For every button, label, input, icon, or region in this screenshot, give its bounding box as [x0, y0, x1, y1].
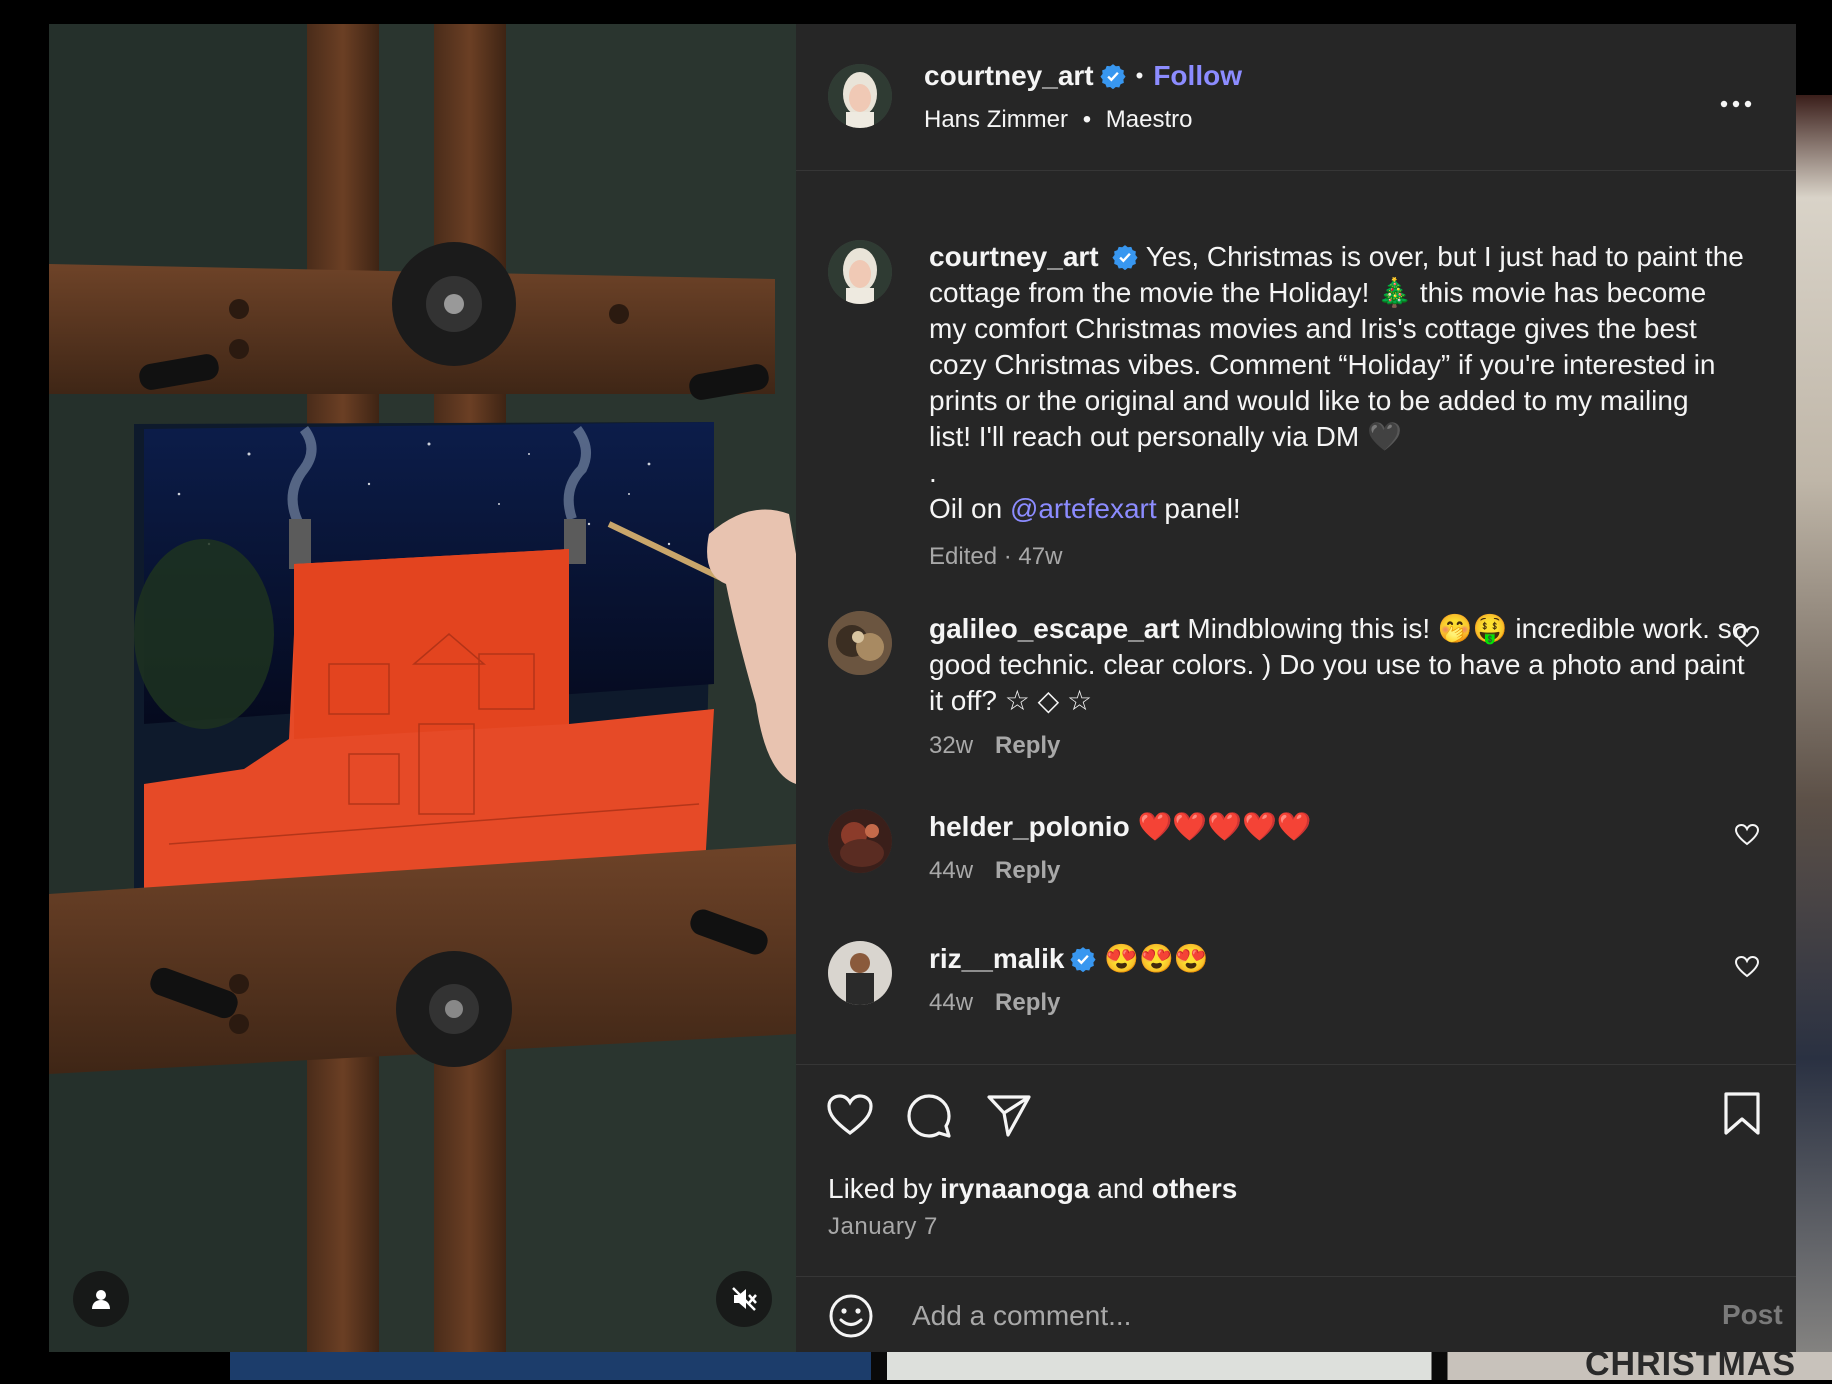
- user-icon: [92, 1290, 110, 1309]
- reply-button[interactable]: Reply: [995, 732, 1060, 759]
- liked-by-text: Liked by irynaanoga and others: [828, 1173, 1237, 1205]
- caption-line: cottage from the movie the Holiday! 🎄 th…: [929, 277, 1707, 308]
- post-actions: Liked by irynaanoga and others January 7: [796, 1064, 1796, 1277]
- comments-section[interactable]: courtney_art Yes, Christmas is over, but…: [796, 171, 1796, 1063]
- comment-like-icon[interactable]: [1734, 823, 1760, 847]
- avatar-image: [828, 240, 892, 304]
- caption-avatar[interactable]: [828, 240, 892, 304]
- caption-text: courtney_art Yes, Christmas is over, but…: [929, 239, 1759, 527]
- verified-badge-icon: [1112, 245, 1138, 270]
- bookmark-icon[interactable]: [1722, 1091, 1762, 1137]
- audio-title: Maestro: [1105, 106, 1193, 133]
- post-header: courtney_art • Follow Hans Zimmer • Maes…: [796, 24, 1796, 171]
- comment-input[interactable]: [910, 1295, 1634, 1337]
- caption-line: list! I'll reach out personally via DM 🖤: [929, 421, 1402, 452]
- comment-body: helder_polonio ❤️❤️❤️❤️❤️: [929, 809, 1759, 845]
- comment-like-icon[interactable]: [1734, 955, 1760, 979]
- author-avatar[interactable]: [828, 64, 892, 128]
- caption-username[interactable]: courtney_art: [929, 241, 1099, 272]
- caption-meta: Edited · 47w: [929, 543, 1063, 570]
- post-modal: courtney_art • Follow Hans Zimmer • Maes…: [49, 24, 1796, 1352]
- comment-username[interactable]: riz__malik: [929, 943, 1064, 974]
- comment-body: galileo_escape_art Mindblowing this is! …: [929, 611, 1759, 719]
- heart-icon[interactable]: [826, 1093, 874, 1137]
- liked-by-others[interactable]: others: [1152, 1173, 1238, 1204]
- comment-age: 32w: [929, 732, 974, 759]
- comment-avatar[interactable]: [828, 941, 892, 1005]
- comment-body: riz__malik 😍😍😍: [929, 941, 1759, 977]
- audio-artist: Hans Zimmer: [924, 106, 1069, 133]
- comment-username[interactable]: galileo_escape_art: [929, 613, 1180, 644]
- comment-icon[interactable]: [906, 1093, 952, 1139]
- liked-by-user[interactable]: irynaanoga: [940, 1173, 1089, 1204]
- mute-toggle-button[interactable]: [716, 1271, 772, 1327]
- caption-line: Yes, Christmas is over, but I just had t…: [1145, 241, 1744, 272]
- audio-separator: •: [1082, 106, 1092, 133]
- add-comment-bar: Post: [796, 1276, 1796, 1352]
- caption-line: prints or the original and would like to…: [929, 385, 1689, 416]
- comment-username[interactable]: helder_polonio: [929, 811, 1130, 842]
- share-icon[interactable]: [986, 1093, 1032, 1137]
- reply-button[interactable]: Reply: [995, 857, 1060, 884]
- comment-avatar[interactable]: [828, 809, 892, 873]
- verified-badge-icon: [1070, 947, 1096, 972]
- caption-line: my comfort Christmas movies and Iris's c…: [929, 313, 1697, 344]
- avatar-image: [828, 809, 892, 873]
- post-comment-button[interactable]: Post: [1722, 1299, 1783, 1331]
- tagged-users-button[interactable]: [73, 1271, 129, 1327]
- post-date[interactable]: January 7: [828, 1213, 938, 1241]
- painting-on-easel-image: [49, 24, 796, 1352]
- liked-by-and: and: [1089, 1173, 1152, 1204]
- comment-meta: 32w Reply: [929, 732, 1060, 760]
- comment-text: ❤️❤️❤️❤️❤️: [1137, 811, 1312, 842]
- avatar-image: [828, 941, 892, 1005]
- avatar-image: [828, 611, 892, 675]
- avatar-image: [828, 64, 892, 128]
- verified-badge-icon: [1100, 64, 1126, 89]
- comment-meta: 44w Reply: [929, 857, 1060, 885]
- comment-age: 44w: [929, 857, 974, 884]
- comment-text: 😍😍😍: [1104, 943, 1209, 974]
- comment-avatar[interactable]: [828, 611, 892, 675]
- author-username[interactable]: courtney_art: [924, 60, 1094, 92]
- post-side-panel: courtney_art • Follow Hans Zimmer • Maes…: [796, 24, 1796, 1352]
- caption-dot-line: .: [929, 457, 937, 488]
- caption-oil-suffix: panel!: [1156, 493, 1241, 524]
- header-separator: •: [1135, 63, 1144, 88]
- more-options-icon[interactable]: [1716, 94, 1756, 114]
- caption-oil-line: Oil on @artefexart panel!: [929, 491, 1759, 527]
- liked-by-prefix: Liked by: [828, 1173, 941, 1204]
- background-feed-right: [1795, 95, 1832, 1380]
- comment-meta: 44w Reply: [929, 989, 1060, 1017]
- reply-button[interactable]: Reply: [995, 989, 1060, 1016]
- caption-line: cozy Christmas vibes. Comment “Holiday” …: [929, 349, 1716, 380]
- comment-age: 44w: [929, 989, 974, 1016]
- audio-info[interactable]: Hans Zimmer • Maestro: [924, 106, 1192, 134]
- post-media[interactable]: [49, 24, 796, 1352]
- caption-oil-prefix: Oil on: [929, 493, 1010, 524]
- emoji-icon[interactable]: [828, 1293, 874, 1339]
- follow-button[interactable]: Follow: [1153, 60, 1242, 92]
- comment-like-icon[interactable]: [1734, 625, 1760, 649]
- speaker-muted-icon: [732, 1287, 757, 1311]
- mention-link[interactable]: @artefexart: [1010, 493, 1157, 524]
